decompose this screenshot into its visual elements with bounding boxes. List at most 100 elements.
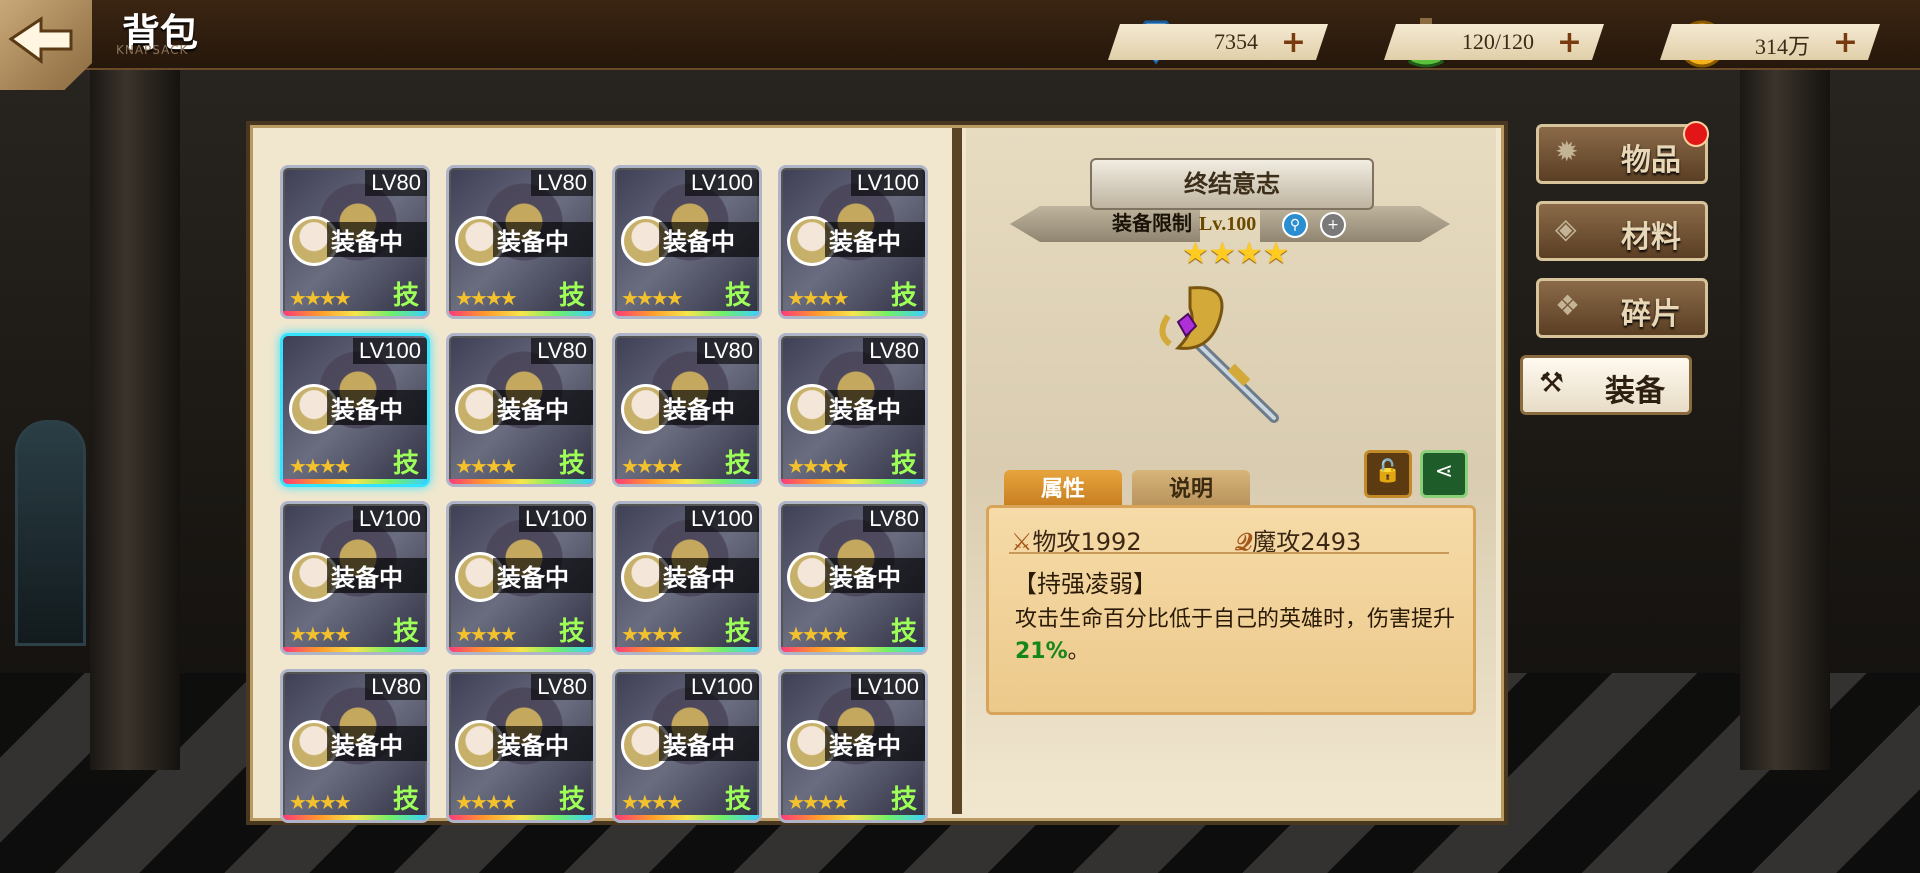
equip-requirement: 装备限制 Lv.100 xyxy=(1112,207,1256,236)
share-button[interactable]: ⋖ xyxy=(1420,450,1468,498)
gold-counter: 314万 + xyxy=(1660,24,1880,60)
equipment-card[interactable]: LV80 装备中 ★★★★ 技 xyxy=(778,333,928,487)
equipment-card[interactable]: LV80 装备中 ★★★★ 技 xyxy=(612,333,762,487)
skill-badge: 技 xyxy=(724,281,751,311)
rarity-bar xyxy=(449,479,593,484)
add-stamina-button[interactable]: + xyxy=(1557,25,1582,60)
skill-badge: 技 xyxy=(558,617,585,647)
top-bar xyxy=(0,0,1920,70)
add-circle-icon[interactable]: + xyxy=(1320,212,1346,238)
skill-badge: 技 xyxy=(724,617,751,647)
item-level: LV80 xyxy=(697,338,759,364)
skill-description-text: 攻击生命百分比低于自己的英雄时，伤害提升 xyxy=(1015,607,1456,632)
rarity-bar xyxy=(615,311,759,316)
back-button[interactable] xyxy=(0,0,92,90)
side-tab-materials[interactable]: ◈ 材料 xyxy=(1536,201,1708,261)
item-level: LV80 xyxy=(863,506,925,532)
diamond-value: 7354 xyxy=(1214,29,1258,54)
equipment-card[interactable]: LV80 装备中 ★★★★ 技 xyxy=(778,501,928,655)
item-name: 终结意志 xyxy=(1184,170,1280,198)
star-burst-icon: ✹ xyxy=(1555,135,1579,168)
item-name-banner: 终结意志 xyxy=(1090,158,1374,210)
equipment-card[interactable]: LV100 装备中 ★★★★ 技 xyxy=(280,501,430,655)
item-level: LV80 xyxy=(365,674,427,700)
star-rating-icon: ★★★★ xyxy=(787,790,850,814)
equipment-card[interactable]: LV100 装备中 ★★★★ 技 xyxy=(446,501,596,655)
star-rating-icon: ★★★★ xyxy=(621,454,684,478)
add-gold-button[interactable]: + xyxy=(1833,25,1858,60)
rarity-bar xyxy=(449,647,593,652)
magnify-icon[interactable]: ⚲ xyxy=(1282,212,1308,238)
equipped-label: 装备中 xyxy=(327,558,427,593)
rarity-bar xyxy=(283,815,427,820)
skill-badge: 技 xyxy=(724,785,751,815)
notification-badge xyxy=(1683,121,1709,147)
add-diamond-button[interactable]: + xyxy=(1281,25,1306,60)
item-level: LV100 xyxy=(519,506,593,532)
equipment-card[interactable]: LV80 装备中 ★★★★ 技 xyxy=(446,669,596,823)
star-rating-icon: ★★★★ xyxy=(455,622,518,646)
equipment-card[interactable]: LV100 装备中 ★★★★ 技 xyxy=(612,501,762,655)
equipment-card[interactable]: LV80 装备中 ★★★★ 技 xyxy=(280,165,430,319)
side-tab-fragments[interactable]: ❖ 碎片 xyxy=(1536,278,1708,338)
equipment-card[interactable]: LV80 装备中 ★★★★ 技 xyxy=(446,333,596,487)
item-level: LV100 xyxy=(685,170,759,196)
equipment-card[interactable]: LV100 装备中 ★★★★ 技 xyxy=(778,165,928,319)
equipped-label: 装备中 xyxy=(493,222,593,257)
rarity-bar xyxy=(449,815,593,820)
requirement-label: 装备限制 xyxy=(1112,211,1192,235)
rarity-bar xyxy=(781,815,925,820)
star-rating-icon: ★★★★ xyxy=(289,622,352,646)
skill-badge: 技 xyxy=(558,281,585,311)
star-rating-icon: ★★★★ xyxy=(787,286,850,310)
equipment-card[interactable]: LV80 装备中 ★★★★ 技 xyxy=(280,669,430,823)
stamina-counter: 120/120 + xyxy=(1384,24,1604,60)
lock-button[interactable]: 🔓 xyxy=(1364,450,1412,498)
rarity-bar xyxy=(781,647,925,652)
equipped-label: 装备中 xyxy=(825,390,925,425)
equipment-card[interactable]: LV100 装备中 ★★★★ 技 xyxy=(612,669,762,823)
equipped-label: 装备中 xyxy=(327,726,427,761)
item-level: LV100 xyxy=(851,674,925,700)
side-tab-materials-label: 材料 xyxy=(1621,220,1681,255)
skill-badge: 技 xyxy=(890,281,917,311)
skill-badge: 技 xyxy=(392,281,419,311)
diamond-counter: 7354 + xyxy=(1108,24,1328,60)
item-level: LV80 xyxy=(531,674,593,700)
skill-badge: 技 xyxy=(890,449,917,479)
equipment-card[interactable]: LV100 装备中 ★★★★ 技 xyxy=(612,165,762,319)
stamina-value: 120/120 xyxy=(1461,29,1534,54)
equipped-label: 装备中 xyxy=(327,390,427,425)
equipment-card[interactable]: LV80 装备中 ★★★★ 技 xyxy=(446,165,596,319)
panel-divider xyxy=(952,128,962,814)
rarity-bar xyxy=(283,479,427,484)
equipped-label: 装备中 xyxy=(493,390,593,425)
tab-description[interactable]: 说明 xyxy=(1132,470,1250,510)
skill-badge: 技 xyxy=(558,449,585,479)
equipped-label: 装备中 xyxy=(659,390,759,425)
star-rating-icon: ★★★★ xyxy=(289,790,352,814)
equipment-card[interactable]: LV100 装备中 ★★★★ 技 xyxy=(280,333,430,487)
puzzle-piece-icon: ❖ xyxy=(1555,289,1581,322)
crystal-icon: ◈ xyxy=(1555,212,1577,245)
skill-badge: 技 xyxy=(890,617,917,647)
side-tab-equipment[interactable]: ⚒ 装备 xyxy=(1520,355,1692,415)
background-pillar xyxy=(90,70,180,770)
skill-badge: 技 xyxy=(392,617,419,647)
rarity-stars: ★★★★ xyxy=(1182,236,1290,271)
skill-description-value: 21% xyxy=(1015,639,1068,664)
item-level: LV80 xyxy=(365,170,427,196)
rarity-bar xyxy=(615,815,759,820)
star-rating-icon: ★★★★ xyxy=(455,790,518,814)
item-level: LV100 xyxy=(685,674,759,700)
item-level: LV80 xyxy=(531,170,593,196)
staff-weapon-icon xyxy=(1159,286,1279,423)
tab-attributes[interactable]: 属性 xyxy=(1004,470,1122,510)
equipped-label: 装备中 xyxy=(493,558,593,593)
skill-name: 【持强凌弱】 xyxy=(1013,570,1157,598)
equipped-label: 装备中 xyxy=(493,726,593,761)
skill-badge: 技 xyxy=(392,785,419,815)
star-rating-icon: ★★★★ xyxy=(289,454,352,478)
equipment-card[interactable]: LV100 装备中 ★★★★ 技 xyxy=(778,669,928,823)
side-tab-items[interactable]: ✹ 物品 xyxy=(1536,121,1709,184)
